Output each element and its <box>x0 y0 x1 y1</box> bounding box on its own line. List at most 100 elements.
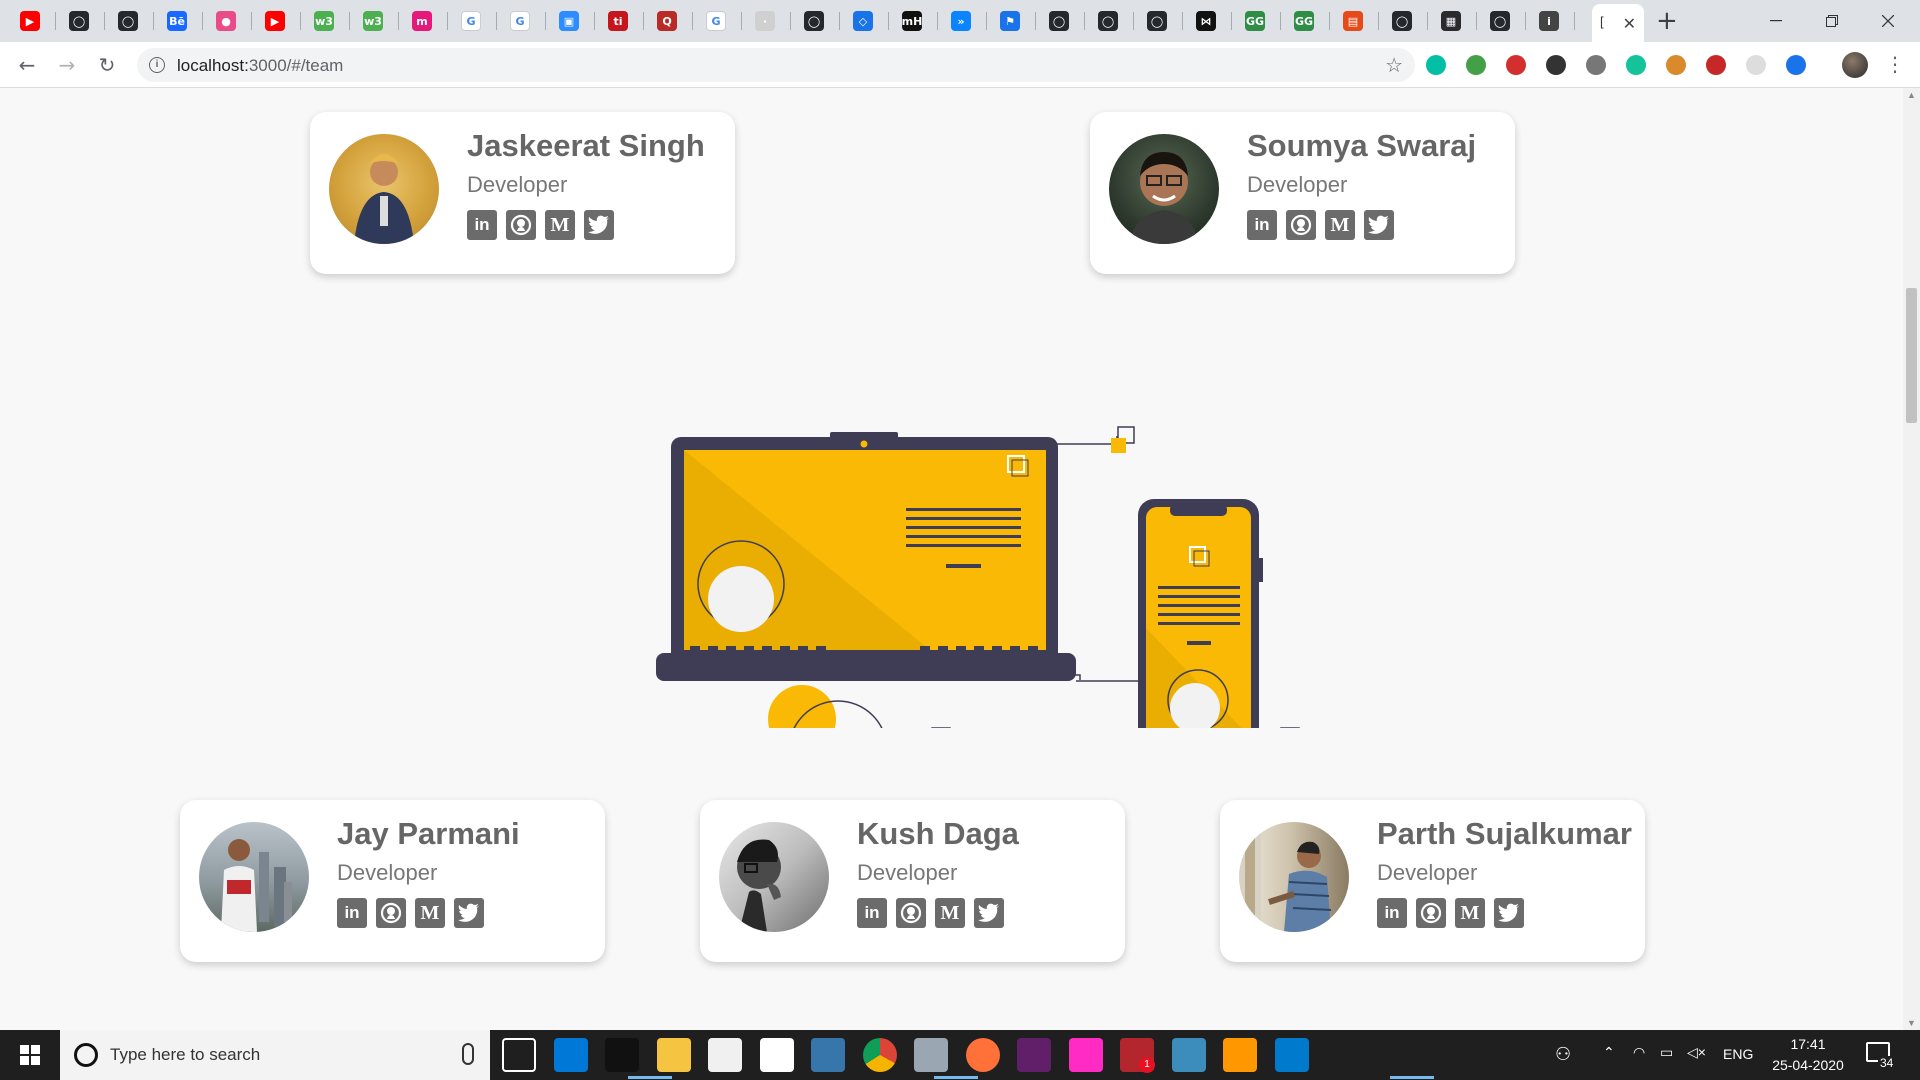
back-icon[interactable]: ← <box>12 50 42 80</box>
github-icon[interactable] <box>506 210 536 240</box>
reload-icon[interactable]: ↻ <box>92 50 122 80</box>
windows-start-icon[interactable] <box>0 1030 60 1080</box>
new-tab-button[interactable]: + <box>1656 6 1678 36</box>
restore-icon[interactable] <box>1812 6 1852 36</box>
extension-red-icon[interactable] <box>1706 55 1726 75</box>
github-icon[interactable]: ◯ <box>1098 11 1118 31</box>
google-icon[interactable]: G <box>461 11 481 31</box>
tie-icon[interactable]: ⋈ <box>1196 11 1216 31</box>
active-tab[interactable]: [ ✕ <box>1592 4 1644 42</box>
zoom-icon[interactable]: ▣ <box>559 11 579 31</box>
taskbar-search-input[interactable]: Type here to search <box>60 1030 490 1080</box>
twitter-icon[interactable] <box>974 898 1004 928</box>
edge-icon[interactable] <box>553 1038 588 1072</box>
microphone-icon[interactable] <box>462 1043 474 1065</box>
github-icon[interactable]: ◯ <box>69 11 89 31</box>
github-icon[interactable]: ◯ <box>804 11 824 31</box>
extension-shield-icon[interactable] <box>1466 55 1486 75</box>
battery-icon[interactable]: ▭ <box>1660 1044 1673 1061</box>
github-icon[interactable]: ◯ <box>118 11 138 31</box>
extension-pdf-icon[interactable] <box>1506 55 1526 75</box>
profile-avatar[interactable] <box>1842 52 1868 78</box>
dribbble-icon[interactable]: ● <box>216 11 236 31</box>
show-hidden-icons-icon[interactable]: ⌃ <box>1603 1044 1615 1061</box>
slack-icon[interactable] <box>1017 1038 1051 1072</box>
language-indicator[interactable]: ENG <box>1723 1046 1753 1062</box>
extension-teal-icon[interactable] <box>1426 55 1446 75</box>
grammarly-icon[interactable] <box>1626 55 1646 75</box>
w3schools-icon[interactable]: w3 <box>314 11 334 31</box>
pdf-icon[interactable]: ▤ <box>1343 11 1363 31</box>
twitter-icon[interactable] <box>454 898 484 928</box>
quora-icon[interactable]: Q <box>657 11 677 31</box>
vscode-icon[interactable] <box>1274 1038 1309 1072</box>
clock-date[interactable]: 25-04-2020 <box>1768 1057 1848 1073</box>
url-text[interactable]: localhost:3000/#/team <box>177 56 343 76</box>
cookie-icon[interactable] <box>1666 55 1686 75</box>
mailchimp-icon[interactable]: m <box>412 11 432 31</box>
scroll-thumb[interactable] <box>1906 288 1917 423</box>
github-icon[interactable] <box>1416 898 1446 928</box>
translate-icon[interactable] <box>1786 55 1806 75</box>
linkedin-icon[interactable]: in <box>1247 210 1277 240</box>
chrome-menu-icon[interactable]: ⋮ <box>1885 52 1905 77</box>
page-scrollbar[interactable]: ▲ ▼ <box>1903 88 1920 1030</box>
medium-icon[interactable]: M <box>1455 898 1485 928</box>
youtube-icon[interactable]: ▶ <box>265 11 285 31</box>
close-window-icon[interactable] <box>1868 6 1908 36</box>
linkedin-icon[interactable]: in <box>1377 898 1407 928</box>
google-icon[interactable]: G <box>510 11 530 31</box>
twitter-icon[interactable] <box>584 210 614 240</box>
mail-icon[interactable] <box>759 1038 794 1072</box>
scroll-up-icon[interactable]: ▲ <box>1907 90 1916 100</box>
github-icon[interactable] <box>1286 210 1316 240</box>
github-icon[interactable]: ◯ <box>1049 11 1069 31</box>
photos-icon[interactable] <box>914 1038 948 1072</box>
github-icon[interactable]: ◯ <box>1490 11 1510 31</box>
geeksforgeeks-icon[interactable]: GG <box>1245 11 1265 31</box>
minimize-icon[interactable] <box>1756 6 1796 36</box>
task-view-icon[interactable] <box>502 1038 536 1072</box>
bookmark-icon[interactable]: ⚑ <box>1000 11 1020 31</box>
scroll-down-icon[interactable]: ▼ <box>1907 1018 1916 1028</box>
forward-icon[interactable]: → <box>52 50 82 80</box>
extension-brain-icon[interactable] <box>1586 55 1606 75</box>
terminal-icon[interactable] <box>605 1038 639 1072</box>
chrome-icon[interactable] <box>862 1038 897 1072</box>
bookmark-star-icon[interactable]: ☆ <box>1385 53 1403 78</box>
store-icon[interactable] <box>708 1038 742 1072</box>
hackerearth-icon[interactable]: ti <box>608 11 628 31</box>
vscode-live-icon[interactable]: » <box>951 11 971 31</box>
python-icon[interactable] <box>811 1038 845 1072</box>
adobe-xd-icon[interactable] <box>1068 1038 1103 1072</box>
medium-icon[interactable]: M <box>415 898 445 928</box>
google-icon[interactable]: G <box>706 11 726 31</box>
firefox-icon[interactable] <box>965 1038 1000 1072</box>
site-info-icon[interactable]: i <box>149 57 165 73</box>
github-icon[interactable]: ◯ <box>1147 11 1167 31</box>
twitter-icon[interactable] <box>1364 210 1394 240</box>
w3schools-icon[interactable]: w3 <box>363 11 383 31</box>
linkedin-icon[interactable]: in <box>467 210 497 240</box>
youtube-icon[interactable]: ▶ <box>20 11 40 31</box>
behance-icon[interactable]: Bē <box>167 11 187 31</box>
medium-icon[interactable]: M <box>935 898 965 928</box>
close-tab-icon[interactable]: ✕ <box>1623 14 1636 34</box>
people-icon[interactable]: ⚇ <box>1555 1044 1571 1065</box>
geeksforgeeks-icon[interactable]: GG <box>1294 11 1314 31</box>
github-icon[interactable] <box>896 898 926 928</box>
generic-icon[interactable]: i <box>1539 11 1559 31</box>
volume-muted-icon[interactable]: ◁× <box>1687 1044 1706 1061</box>
file-explorer-icon[interactable] <box>656 1038 691 1072</box>
medium-icon[interactable]: M <box>545 210 575 240</box>
generic-icon[interactable]: · <box>755 11 775 31</box>
extension-sync-icon[interactable] <box>1546 55 1566 75</box>
github-icon[interactable] <box>376 898 406 928</box>
sublime-text-icon[interactable] <box>1223 1038 1257 1072</box>
mh-icon[interactable]: mH <box>902 11 922 31</box>
medium-icon[interactable]: M <box>1325 210 1355 240</box>
twitter-icon[interactable] <box>1494 898 1524 928</box>
wifi-icon[interactable]: ◠ <box>1633 1044 1645 1061</box>
git-icon[interactable]: ◇ <box>853 11 873 31</box>
extension-clock-icon[interactable] <box>1746 55 1766 75</box>
